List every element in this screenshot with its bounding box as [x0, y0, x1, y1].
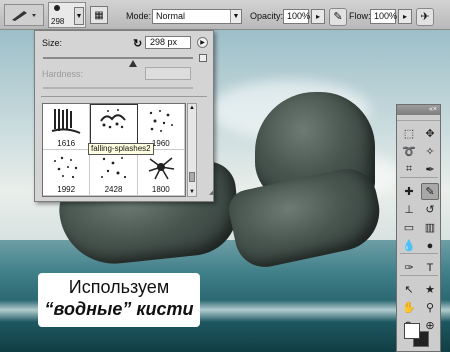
hardness-label: Hardness: [42, 69, 84, 79]
brush-tool-icon[interactable]: ✎ [421, 183, 439, 200]
opacity-slider-button[interactable]: ▸ [311, 9, 325, 24]
size-slider-track[interactable] [43, 57, 193, 59]
scrollbar-thumb[interactable] [189, 172, 195, 182]
mode-select[interactable]: Normal ▼ [152, 9, 242, 24]
tools-panel: «× ⬚✥➰✧⌗✒✚✎⊥↺▭▥💧●✑T↖★✋⚲⟳⊕ [396, 104, 441, 352]
brush-preset-item[interactable]: 1800 [137, 150, 185, 196]
preset-size-label: 2428 [104, 185, 123, 194]
eraser-icon[interactable]: ▭ [400, 219, 418, 236]
hardness-input[interactable] [145, 67, 191, 80]
mode-label: Mode: [126, 11, 152, 21]
eyedropper-icon[interactable]: ✒ [421, 161, 439, 178]
airbrush-icon: ✈ [420, 11, 430, 23]
chevron-down-icon[interactable]: ▼ [230, 10, 241, 23]
size-label: Size: [42, 38, 63, 48]
options-bar: 298 ▼ ▦ Mode: Normal ▼ Opacity: 100% ▸ ✎… [0, 0, 450, 30]
pressure-opacity-button[interactable]: ✎ [329, 8, 347, 26]
burst-brush-icon [148, 157, 174, 180]
caption-line-1: Используем [68, 277, 170, 297]
divider [41, 96, 207, 97]
history-brush-icon[interactable]: ↺ [421, 201, 439, 218]
brush-tip-icon [54, 5, 60, 11]
foreground-color-swatch[interactable] [404, 323, 420, 339]
brush-icon [12, 11, 36, 21]
flow-value: 100% [374, 11, 398, 21]
opacity-value: 100% [287, 11, 311, 21]
size-value: 298 px [150, 37, 178, 47]
shape-tool-icon[interactable]: ★ [421, 281, 439, 298]
tools-panel-header[interactable]: «× [397, 105, 440, 115]
tool-separator [400, 177, 438, 178]
toggle-brush-panel-button[interactable]: ▦ [90, 6, 108, 24]
reset-size-icon[interactable]: ↻ [133, 37, 142, 50]
hand-tool-icon[interactable]: ✋ [400, 299, 418, 316]
flow-input[interactable]: 100% [370, 9, 398, 24]
brush-preset-panel: Size: ↻ 298 px ▶ Hardness: 1616 1960 199… [34, 30, 214, 202]
flow-slider-button[interactable]: ▸ [398, 9, 412, 24]
healing-brush-icon[interactable]: ✚ [400, 183, 418, 200]
clone-stamp-icon[interactable]: ⊥ [400, 201, 418, 218]
opacity-label: Opacity: [250, 11, 284, 21]
waterfall-brush-icon [51, 109, 81, 134]
path-select-icon[interactable]: ↖ [400, 281, 418, 298]
chevron-down-icon[interactable]: ▼ [74, 7, 84, 25]
tool-separator [400, 275, 438, 276]
type-tool-icon[interactable]: T [421, 259, 439, 276]
brush-size-readout: 298 [51, 17, 65, 26]
zoom-tool-icon[interactable]: ⚲ [421, 299, 439, 316]
lasso-tool-icon[interactable]: ➰ [400, 143, 418, 160]
brush-panel-icon: ▦ [94, 9, 104, 21]
move-tool-icon[interactable]: ✥ [421, 125, 439, 142]
pen-tool-icon[interactable]: ✑ [400, 259, 418, 276]
caption-line-2: “водные” кисти [44, 299, 194, 319]
airbrush-button[interactable]: ✈ [416, 8, 434, 26]
brush-picker[interactable]: 298 ▼ [48, 2, 86, 28]
caption-box: Используем “водные” кисти [38, 273, 200, 327]
scroll-down-icon[interactable]: ▼ [188, 188, 196, 196]
preset-tooltip: falling-splashes2 [88, 143, 154, 155]
magic-wand-icon[interactable]: ✧ [421, 143, 439, 160]
brush-preset-item[interactable]: 1616 [43, 104, 91, 150]
resize-grip-icon[interactable]: ◢ [209, 189, 215, 196]
pen-pressure-icon: ✎ [333, 11, 343, 23]
preset-size-label: 1616 [57, 139, 76, 148]
crop-tool-icon[interactable]: ⌗ [400, 161, 418, 178]
blur-icon[interactable]: 💧 [400, 237, 418, 254]
gradient-icon[interactable]: ▥ [421, 219, 439, 236]
dodge-icon[interactable]: ● [421, 237, 439, 254]
panel-menu-icon[interactable]: ▶ [197, 37, 208, 48]
splash-brush-icon [100, 109, 127, 129]
panel-grip[interactable] [397, 115, 440, 121]
mode-value: Normal [156, 11, 186, 21]
brush-preset-item[interactable]: 1992 [43, 150, 91, 196]
preset-size-label: 1800 [151, 185, 170, 194]
size-input[interactable]: 298 px [145, 36, 191, 49]
opacity-input[interactable]: 100% [283, 9, 311, 24]
scroll-up-icon[interactable]: ▲ [188, 104, 196, 112]
brush-preset-item[interactable]: 2428 [90, 150, 138, 196]
flow-label: Flow: [349, 11, 371, 21]
marquee-tool-icon[interactable]: ⬚ [400, 125, 418, 142]
new-preset-icon[interactable] [199, 54, 207, 62]
size-slider-thumb[interactable] [129, 60, 137, 67]
preset-scrollbar[interactable]: ▲ ▼ [187, 103, 197, 197]
drops-brush-icon [149, 110, 173, 132]
spray2-brush-icon [101, 157, 127, 179]
spray-brush-icon [54, 156, 78, 179]
preset-size-label: 1992 [57, 185, 76, 194]
tool-preset-picker[interactable] [4, 4, 44, 26]
tool-separator [400, 253, 438, 254]
hardness-slider-track[interactable] [43, 87, 193, 89]
